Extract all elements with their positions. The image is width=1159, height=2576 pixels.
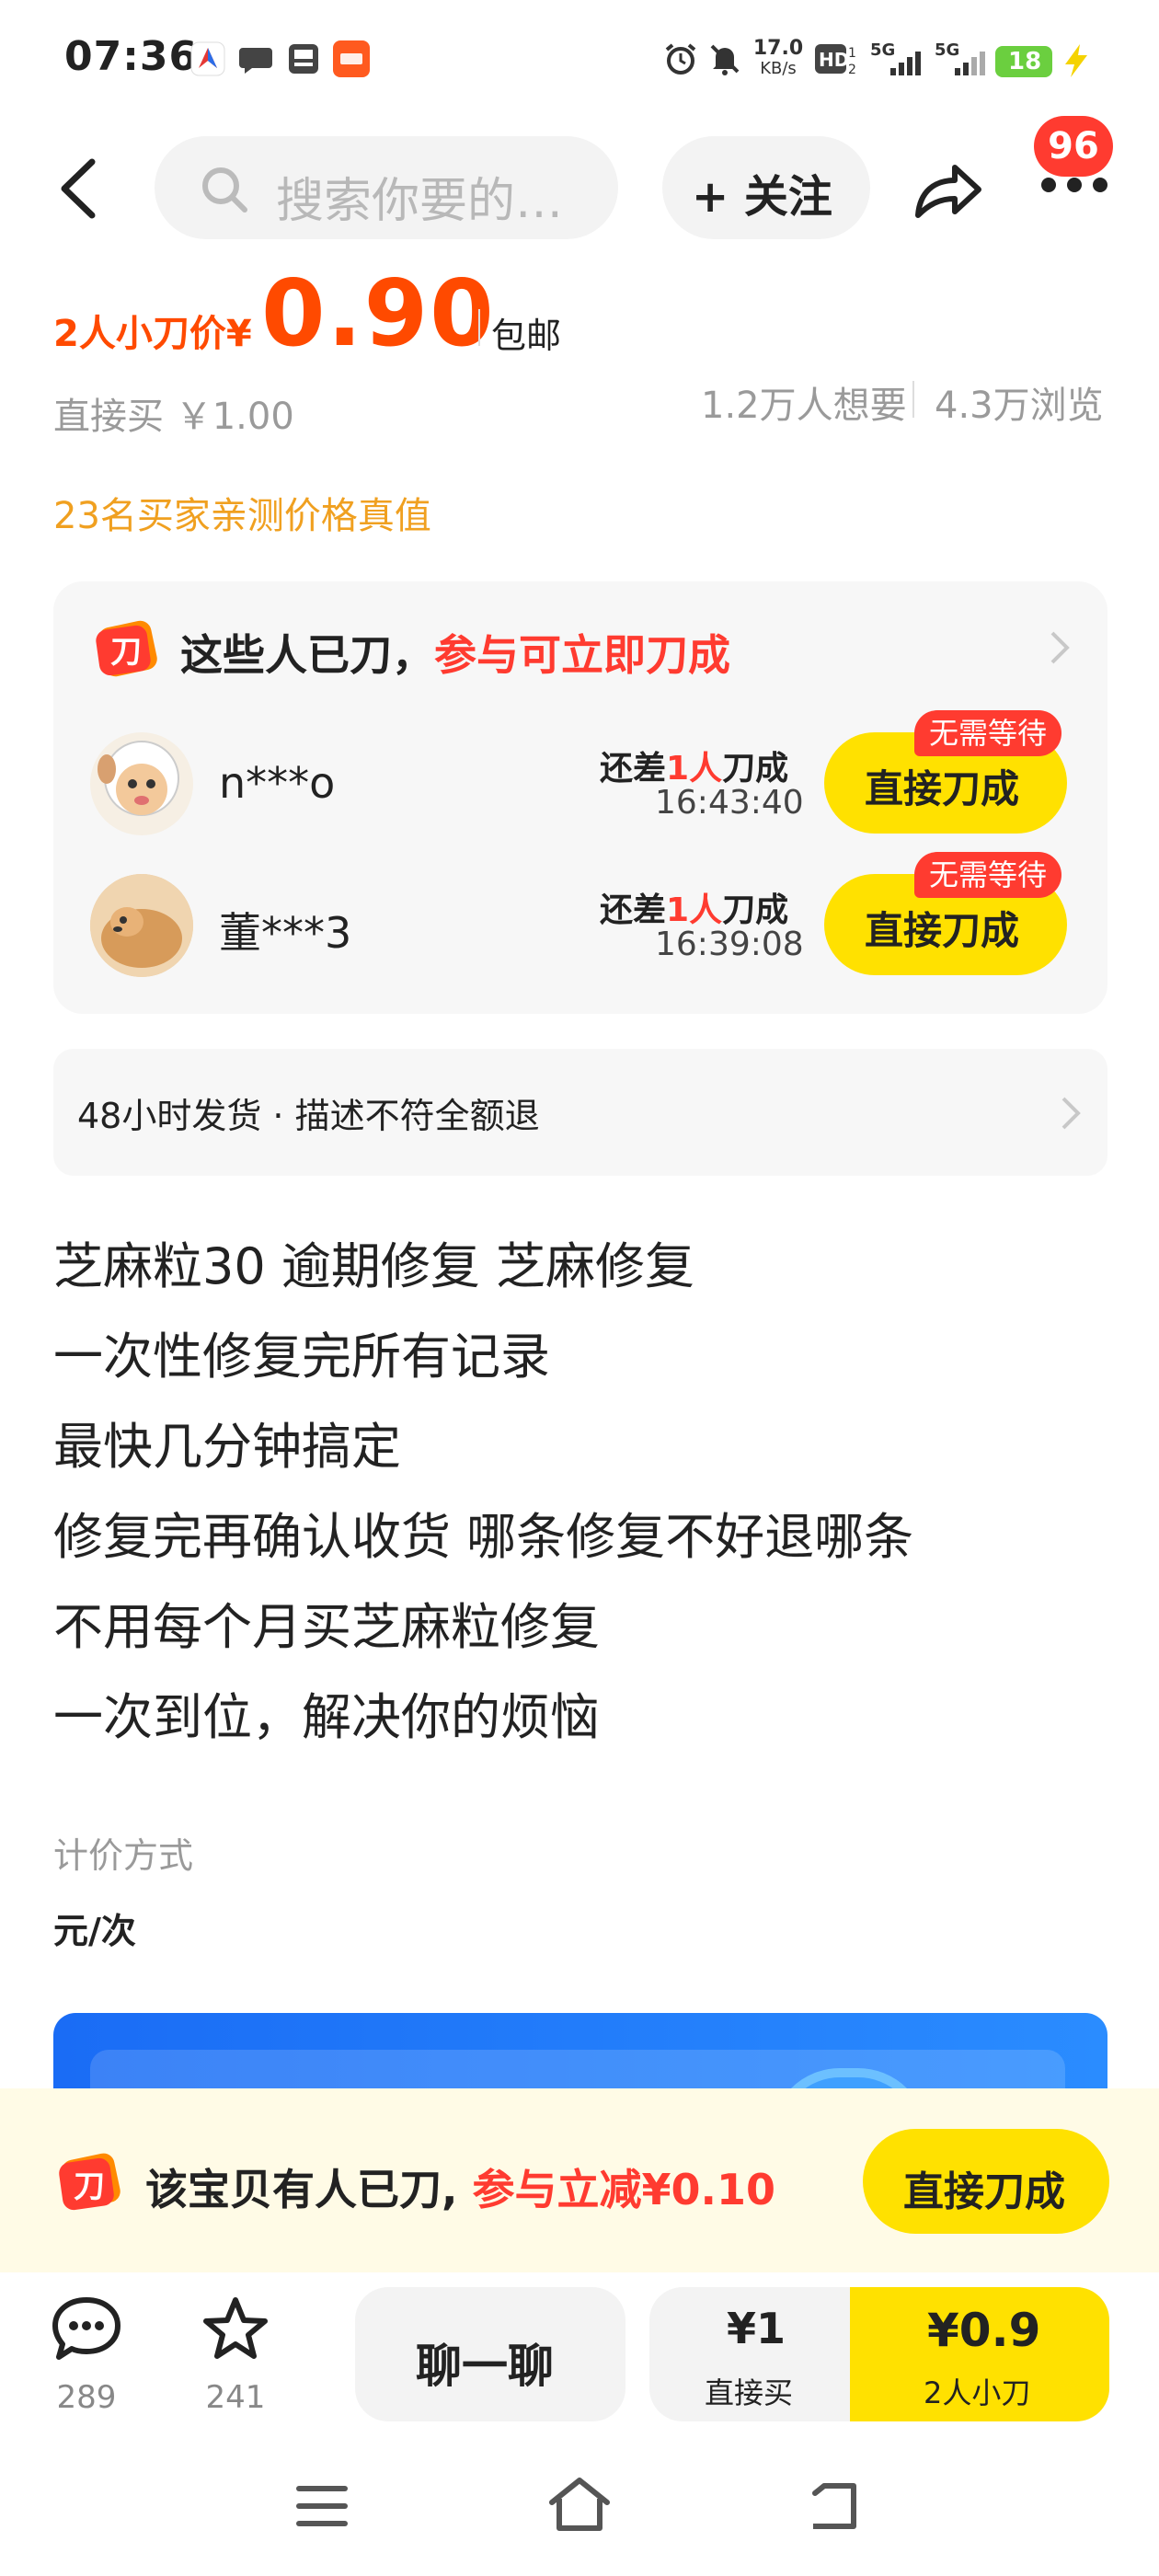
hd-icon: HD 1 2 [815,42,861,81]
message-app-icon [237,40,274,77]
need-num: 1人 [666,750,723,788]
need-pre: 还差 [600,750,667,788]
direct-buy-price-label: ¥1 [727,2304,786,2353]
net-speed: 17.0 KB/s [752,39,804,79]
direct-buy-price: 直接买 ￥1.00 [53,396,294,438]
price-value: 0.90 [261,259,496,367]
pricing-value: 元/次 [53,1911,136,1951]
reader-app-icon [333,40,370,77]
menu-icon [296,2486,348,2526]
cutter-name: 董***3 [219,908,352,958]
status-time: 07:36 [64,33,199,80]
signal-5g-icon-2: 5G [935,40,988,83]
cut-title-black: 这些人已刀， [180,630,434,680]
direct-cut-label: 直接刀成 [865,766,1020,811]
small-cut-label: 2人小刀 [924,2375,1031,2410]
menu-nav-button[interactable] [293,2480,351,2536]
need-post: 刀成 [722,750,789,788]
back-button[interactable] [53,156,105,221]
comment-button[interactable] [50,2294,123,2364]
price-prefix: 2人小刀价¥ [53,313,252,355]
mute-icon [706,40,743,81]
home-icon [549,2478,610,2531]
svg-text:刀: 刀 [110,634,142,671]
alarm-icon [662,40,699,81]
description-line: 芝麻粒30 逾期修复 芝麻修复 [53,1237,695,1295]
cut-need: 还差1人刀成 [600,742,788,789]
home-nav-button[interactable] [546,2475,613,2537]
follow-label: + 关注 [692,171,832,223]
inbox-app-icon [285,40,322,77]
cut-need: 还差1人刀成 [600,883,788,931]
comment-icon [52,2297,120,2360]
description-line: 一次到位，解决你的烦恼 [53,1688,600,1746]
tested-note: 23名买家亲测价格真值 [53,495,431,537]
chevron-left-icon [61,158,96,219]
battery-level: 18 [1008,48,1042,75]
price-divider [478,309,480,346]
notification-badge: 96 [1034,116,1113,177]
pricing-label: 计价方式 [53,1835,194,1876]
promo-text-red: 参与立减¥0.10 [472,2165,776,2214]
chat-label: 聊一聊 [416,2340,554,2393]
direct-buy-label: 直接买 [705,2375,794,2410]
need-pre: 还差 [600,891,667,929]
need-post: 刀成 [722,891,789,929]
description-line: 修复完再确认收货 哪条修复不好退哪条 [53,1508,914,1566]
cut-time: 16:39:08 [655,926,804,963]
promo-cut-label: 直接刀成 [903,2168,1065,2215]
need-num: 1人 [666,891,723,929]
cut-card-title: 这些人已刀，参与可立即刀成 [180,622,730,683]
avatar[interactable] [90,874,193,977]
svg-text:HD: HD [819,49,849,71]
favorites-count: 241 [205,2379,266,2416]
chevron-right-icon [1049,629,1071,666]
no-wait-tag: 无需等待 [914,710,1062,756]
signal-5g-icon: 5G [870,40,924,83]
svg-text:2: 2 [848,63,856,77]
back-nav-button[interactable] [806,2478,865,2537]
cut-time: 16:43:40 [655,784,804,822]
shipping-label: 包邮 [491,316,562,356]
charging-icon [1060,42,1093,83]
direct-cut-label: 直接刀成 [865,908,1020,953]
share-icon [915,165,981,218]
svg-text:1: 1 [848,46,856,61]
no-wait-tag: 无需等待 [914,852,1062,898]
service-text: 48小时发货 · 描述不符全额退 [77,1096,540,1136]
compass-app-icon [189,40,226,77]
promo-text-black: 该宝贝有人已刀, [145,2165,473,2214]
svg-text:5G: 5G [935,40,959,60]
wants-count: 1.2万人想要 [701,385,907,427]
chevron-right-icon [1060,1095,1082,1132]
return-icon [812,2483,856,2529]
battery-icon: 18 [995,46,1052,77]
stats-divider [912,381,914,418]
search-icon [202,167,247,213]
svg-text:5G: 5G [870,40,895,60]
net-speed-value: 17.0 [752,37,804,60]
share-button[interactable] [911,155,984,223]
cutter-name: n***o [219,758,336,808]
description-line: 最快几分钟搞定 [53,1418,401,1476]
search-placeholder: 搜索你要的… [276,174,564,229]
views-count: 4.3万浏览 [935,385,1104,427]
knife-tag-icon: 刀 [94,618,162,677]
system-nav-bar [0,2447,1159,2576]
description-line: 一次性修复完所有记录 [53,1328,550,1386]
status-bar: 07:36 17.0 KB/s HD 1 2 5G 5G 18 [0,0,1159,120]
svg-text:刀: 刀 [74,2168,105,2205]
favorite-button[interactable] [199,2294,272,2364]
avatar[interactable] [90,732,193,835]
knife-tag-icon: 刀 [55,2151,125,2212]
promo-text: 该宝贝有人已刀, 参与立减¥0.10 [145,2156,775,2217]
star-icon [203,2297,268,2359]
comments-count: 289 [56,2379,117,2416]
cut-title-red: 参与可立即刀成 [434,630,730,680]
small-cut-price: ¥0.9 [927,2304,1041,2357]
net-speed-unit: KB/s [760,59,797,78]
description-line: 不用每个月买芝麻粒修复 [53,1598,600,1656]
